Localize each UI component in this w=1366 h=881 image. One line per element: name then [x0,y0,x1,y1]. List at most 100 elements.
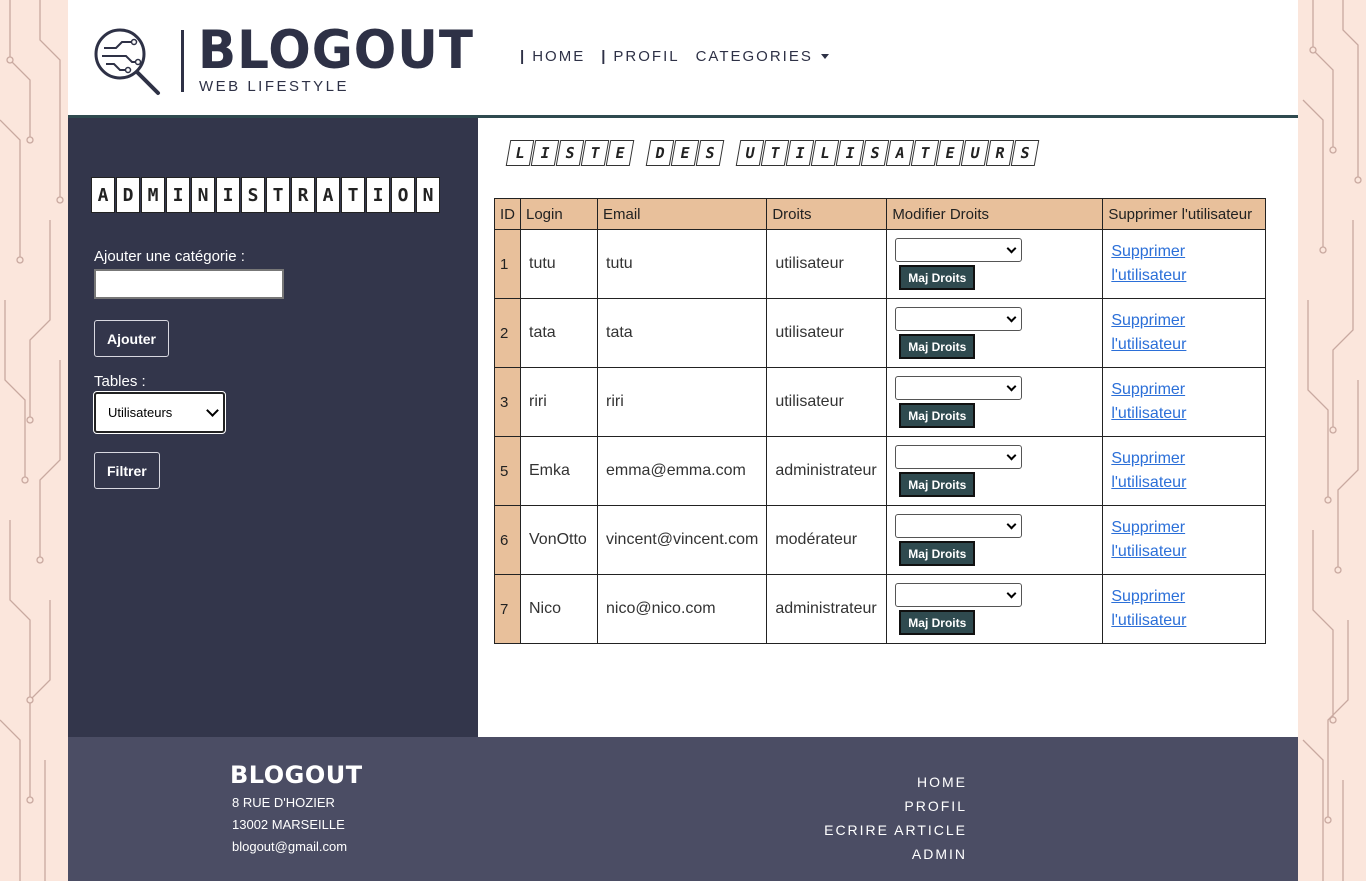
rights-select[interactable] [895,307,1023,331]
update-rights-button[interactable]: Maj Droits [899,334,976,359]
delete-user-link[interactable]: Supprimer l'utilisateur [1111,585,1257,633]
table-row: 2 tata tata utilisateur Maj Droits Suppr… [494,298,1267,368]
chevron-down-icon [1006,450,1017,460]
nav-profil[interactable]: | PROFIL [601,48,679,65]
admin-title-letter: I [166,177,190,213]
delete-user-link[interactable]: Supprimer l'utilisateur [1111,447,1257,495]
modify-rights-cell: Maj Droits [886,436,1104,506]
user-id: 7 [494,574,521,644]
filter-button[interactable]: Filtrer [94,452,160,489]
footer-nav-ecrire-article[interactable]: ECRIRE ARTICLE [824,822,967,838]
nav-categories-dropdown[interactable]: CATEGORIES [696,48,829,65]
table-row: 3 riri riri utilisateur Maj Droits Suppr… [494,367,1267,437]
rights-select[interactable] [895,583,1023,607]
rights-select[interactable] [895,376,1023,400]
rights-select[interactable] [895,445,1023,469]
footer-nav-home[interactable]: HOME [917,774,967,790]
delete-link-line2: l'utilisateur [1111,405,1187,422]
magnifier-circuit-icon[interactable] [92,26,162,96]
title-word-gap [723,140,737,166]
title-word-gap [633,140,647,166]
title-letter: I [785,140,815,166]
user-id: 3 [494,367,521,437]
update-rights-button[interactable]: Maj Droits [899,541,976,566]
update-rights-button[interactable]: Maj Droits [899,610,976,635]
user-email: tata [596,298,768,368]
nav-separator: | [520,48,527,65]
user-email: tutu [596,229,768,299]
title-letter: T [910,140,940,166]
user-login: tata [520,298,598,368]
update-rights-button[interactable]: Maj Droits [899,265,976,290]
delete-link-line2: l'utilisateur [1111,474,1187,491]
footer-address-line1: 8 RUE D'HOZIER [232,795,335,810]
col-email: Email [596,198,768,230]
delete-link-line1: Supprimer [1111,519,1186,536]
update-rights-button[interactable]: Maj Droits [899,403,976,428]
user-email: nico@nico.com [596,574,768,644]
table-row: 7 Nico nico@nico.com administrateur Maj … [494,574,1267,644]
col-id: ID [494,198,521,230]
delete-link-line1: Supprimer [1111,312,1186,329]
delete-user-link[interactable]: Supprimer l'utilisateur [1111,240,1257,288]
footer-nav-admin[interactable]: ADMIN [912,846,967,862]
admin-title-letter: I [366,177,390,213]
footer-email[interactable]: blogout@gmail.com [232,839,347,854]
page: BLOGOUT WEB LIFESTYLE | HOME | PROFIL CA… [68,0,1298,881]
delete-link-line1: Supprimer [1111,243,1186,260]
admin-title-letter: N [191,177,215,213]
caret-down-icon [820,54,829,59]
user-droits: utilisateur [766,298,888,368]
user-droits: administrateur [766,574,888,644]
tables-label: Tables : [94,373,146,390]
delete-user-link[interactable]: Supprimer l'utilisateur [1111,378,1257,426]
user-id: 1 [494,229,521,299]
footer-nav-profil[interactable]: PROFIL [904,798,967,814]
tables-select[interactable]: Utilisateurs [93,391,226,434]
admin-title-letter: S [241,177,265,213]
user-droits: utilisateur [766,229,888,299]
title-letter: T [580,140,610,166]
admin-title-letter: R [291,177,315,213]
admin-title-letter: A [316,177,340,213]
admin-sidebar: ADMINISTRATION Ajouter une catégorie : A… [68,118,478,737]
admin-title-letter: T [341,177,365,213]
rights-select[interactable] [895,514,1023,538]
add-button[interactable]: Ajouter [94,320,169,357]
title-letter: L [810,140,840,166]
delete-link-line2: l'utilisateur [1111,267,1187,284]
col-droits: Droits [766,198,888,230]
table-header-row: ID Login Email Droits Modifier Droits Su… [494,198,1267,230]
title-letter: R [985,140,1015,166]
chevron-down-icon [1006,381,1017,391]
delete-user-cell: Supprimer l'utilisateur [1102,505,1267,575]
title-word: DES [645,140,725,166]
footer-logo[interactable]: BLOGOUT [230,761,363,789]
footer-address-line2: 13002 MARSEILLE [232,817,345,832]
user-droits: utilisateur [766,367,888,437]
user-login: tutu [520,229,598,299]
delete-user-link[interactable]: Supprimer l'utilisateur [1111,309,1257,357]
main-nav: | HOME | PROFIL CATEGORIES [520,48,829,65]
title-letter: S [555,140,585,166]
delete-user-cell: Supprimer l'utilisateur [1102,367,1267,437]
logo-title[interactable]: BLOGOUT [198,19,474,82]
nav-home[interactable]: | HOME [520,48,585,65]
user-droits: administrateur [766,436,888,506]
chevron-down-icon [1006,243,1017,253]
title-letter: E [670,140,700,166]
delete-user-cell: Supprimer l'utilisateur [1102,436,1267,506]
rights-select[interactable] [895,238,1023,262]
tables-select-value: Utilisateurs [108,405,173,420]
delete-user-link[interactable]: Supprimer l'utilisateur [1111,516,1257,564]
nav-home-label: HOME [532,48,586,65]
user-email: emma@emma.com [596,436,768,506]
update-rights-button[interactable]: Maj Droits [899,472,976,497]
header: BLOGOUT WEB LIFESTYLE | HOME | PROFIL CA… [68,0,1298,118]
user-login: VonOtto [520,505,598,575]
add-category-input[interactable] [94,269,284,299]
delete-link-line1: Supprimer [1111,450,1186,467]
admin-title-letter: N [416,177,440,213]
user-droits: modérateur [766,505,888,575]
table-row: 5 Emka emma@emma.com administrateur Maj … [494,436,1267,506]
